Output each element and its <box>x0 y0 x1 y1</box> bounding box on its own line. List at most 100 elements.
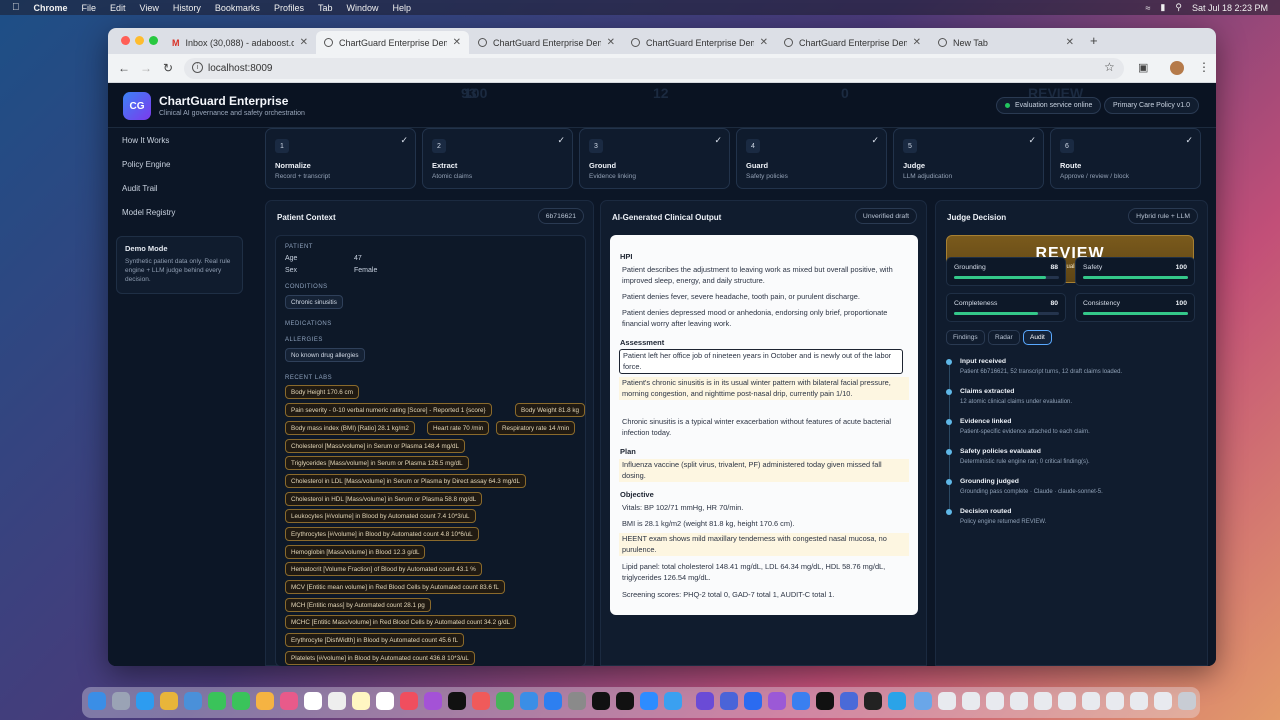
mail-icon[interactable] <box>184 692 202 710</box>
app-store-icon[interactable] <box>544 692 562 710</box>
menu-bookmarks[interactable]: Bookmarks <box>215 3 260 13</box>
maps-icon[interactable] <box>256 692 274 710</box>
reload-icon[interactable]: ↻ <box>163 61 173 75</box>
safari-icon[interactable] <box>136 692 154 710</box>
tab-radar[interactable]: Radar <box>988 330 1020 345</box>
zoom-window-button[interactable] <box>149 36 158 45</box>
sidebar-item-model-registry[interactable]: Model Registry <box>122 208 175 217</box>
close-tab-icon[interactable]: ✕ <box>1066 37 1074 48</box>
tweetbot-icon[interactable] <box>664 692 682 710</box>
window-thumbnail-icon[interactable] <box>986 692 1004 710</box>
claim-text[interactable]: Chronic sinusitis is a typical winter ex… <box>619 416 909 439</box>
menu-view[interactable]: View <box>140 3 159 13</box>
claim-text[interactable]: Vitals: BP 102/71 mmHg, HR 70/min. <box>619 502 909 513</box>
tab-audit[interactable]: Audit <box>1023 330 1052 345</box>
policy-badge[interactable]: Primary Care Policy v1.0 <box>1104 97 1200 114</box>
menu-history[interactable]: History <box>173 3 201 13</box>
claim-text[interactable]: Patient denies fever, severe headache, t… <box>619 291 909 302</box>
notes-icon[interactable] <box>352 692 370 710</box>
pipeline-step-extract[interactable]: 2 ✓ Extract Atomic claims <box>422 128 573 189</box>
window-thumbnail-icon[interactable] <box>1058 692 1076 710</box>
tv-icon[interactable] <box>448 692 466 710</box>
search-icon[interactable]: ⚲ <box>1175 2 1182 13</box>
close-tab-icon[interactable]: ✕ <box>913 37 921 48</box>
close-window-button[interactable] <box>121 36 130 45</box>
side-panel-icon[interactable]: ▣ <box>1138 61 1148 74</box>
claim-text-flagged[interactable]: Patient's chronic sinusitis is in its us… <box>619 377 909 400</box>
site-info-icon[interactable]: i <box>192 62 203 73</box>
zoom-icon[interactable] <box>640 692 658 710</box>
menu-tab[interactable]: Tab <box>318 3 333 13</box>
browser-tab[interactable]: ChartGuard Enterprise Demo ✕ <box>623 31 776 54</box>
minimize-window-button[interactable] <box>135 36 144 45</box>
browser-tab[interactable]: New Tab ✕ <box>930 31 1082 54</box>
photos-icon[interactable] <box>280 692 298 710</box>
chat-icon[interactable] <box>840 692 858 710</box>
more-menu-icon[interactable]: ⋮ <box>1198 60 1210 74</box>
pipeline-step-route[interactable]: 6 ✓ Route Approve / review / block <box>1050 128 1201 189</box>
xcode-icon[interactable] <box>888 692 906 710</box>
numbers-icon[interactable] <box>496 692 514 710</box>
menu-help[interactable]: Help <box>392 3 411 13</box>
pipeline-step-normalize[interactable]: 1 ✓ Normalize Record + transcript <box>265 128 416 189</box>
pipeline-step-guard[interactable]: 4 ✓ Guard Safety policies <box>736 128 887 189</box>
sidebar-item-policy-engine[interactable]: Policy Engine <box>122 160 170 169</box>
new-tab-button[interactable]: + <box>1090 33 1098 48</box>
claim-text-flagged[interactable]: Influenza vaccine (split virus, trivalen… <box>619 459 909 482</box>
close-tab-icon[interactable]: ✕ <box>760 37 768 48</box>
window-thumbnail-icon[interactable] <box>1154 692 1172 710</box>
pipeline-step-judge[interactable]: 5 ✓ Judge LLM adjudication <box>893 128 1044 189</box>
forward-icon[interactable]: → <box>140 61 152 75</box>
calendar-icon[interactable] <box>304 692 322 710</box>
window-thumbnail-icon[interactable] <box>1130 692 1148 710</box>
close-tab-icon[interactable]: ✕ <box>453 37 461 48</box>
window-thumbnail-icon[interactable] <box>1082 692 1100 710</box>
sidebar-item-how-it-works[interactable]: How It Works <box>122 136 169 145</box>
downloads-folder-icon[interactable] <box>914 692 932 710</box>
window-thumbnail-icon[interactable] <box>1034 692 1052 710</box>
browser-tab[interactable]: ChartGuard Enterprise Demo ✕ <box>470 31 623 54</box>
close-tab-icon[interactable]: ✕ <box>300 37 308 48</box>
window-thumbnail-icon[interactable] <box>938 692 956 710</box>
terminal-icon[interactable] <box>616 692 634 710</box>
claim-text-selected[interactable]: Patient left her office job of nineteen … <box>619 349 903 374</box>
vscode-icon[interactable] <box>696 692 714 710</box>
discord-icon[interactable] <box>816 692 834 710</box>
browser-tab[interactable]: ChartGuard Enterprise Demo ✕ <box>776 31 929 54</box>
menu-file[interactable]: File <box>82 3 97 13</box>
bookmark-star-icon[interactable]: ☆ <box>1104 60 1115 74</box>
window-thumbnail-icon[interactable] <box>1010 692 1028 710</box>
keynote-icon[interactable] <box>520 692 538 710</box>
reminders-icon[interactable] <box>376 692 394 710</box>
profile-avatar[interactable] <box>1170 61 1184 75</box>
sidebar-item-audit-trail[interactable]: Audit Trail <box>122 184 158 193</box>
menubar-clock[interactable]: Sat Jul 18 2:23 PM <box>1192 3 1268 13</box>
messages-icon[interactable] <box>232 692 250 710</box>
claim-text[interactable]: Lipid panel: total cholesterol 148.41 mg… <box>619 561 909 584</box>
browser-tab-active[interactable]: ChartGuard Enterprise Demo ✕ <box>316 31 469 54</box>
claim-text[interactable]: Patient describes the adjustment to leav… <box>619 264 909 287</box>
close-tab-icon[interactable]: ✕ <box>607 37 615 48</box>
back-icon[interactable]: ← <box>118 61 130 75</box>
contacts-icon[interactable] <box>328 692 346 710</box>
app-icon[interactable] <box>792 692 810 710</box>
menu-profiles[interactable]: Profiles <box>274 3 304 13</box>
notion-icon[interactable] <box>864 692 882 710</box>
facetime-icon[interactable] <box>208 692 226 710</box>
slack-icon[interactable] <box>720 692 738 710</box>
trash-icon[interactable] <box>1178 692 1196 710</box>
wifi-icon[interactable]: ≈ <box>1145 3 1150 13</box>
music-icon[interactable] <box>400 692 418 710</box>
apple-icon[interactable]:  <box>12 2 20 13</box>
finder-icon[interactable] <box>88 692 106 710</box>
chrome-icon[interactable] <box>160 692 178 710</box>
settings-icon[interactable] <box>568 692 586 710</box>
tab-findings[interactable]: Findings <box>946 330 985 345</box>
claim-text-flagged[interactable]: HEENT exam shows mild maxillary tenderne… <box>619 533 909 556</box>
claim-text[interactable]: Patient denies depressed mood or anhedon… <box>619 307 909 330</box>
pipeline-step-ground[interactable]: 3 ✓ Ground Evidence linking <box>579 128 730 189</box>
menu-app-name[interactable]: Chrome <box>34 3 68 13</box>
claim-text[interactable]: Screening scores: PHQ-2 total 0, GAD-7 t… <box>619 589 909 600</box>
window-thumbnail-icon[interactable] <box>962 692 980 710</box>
menu-window[interactable]: Window <box>346 3 378 13</box>
